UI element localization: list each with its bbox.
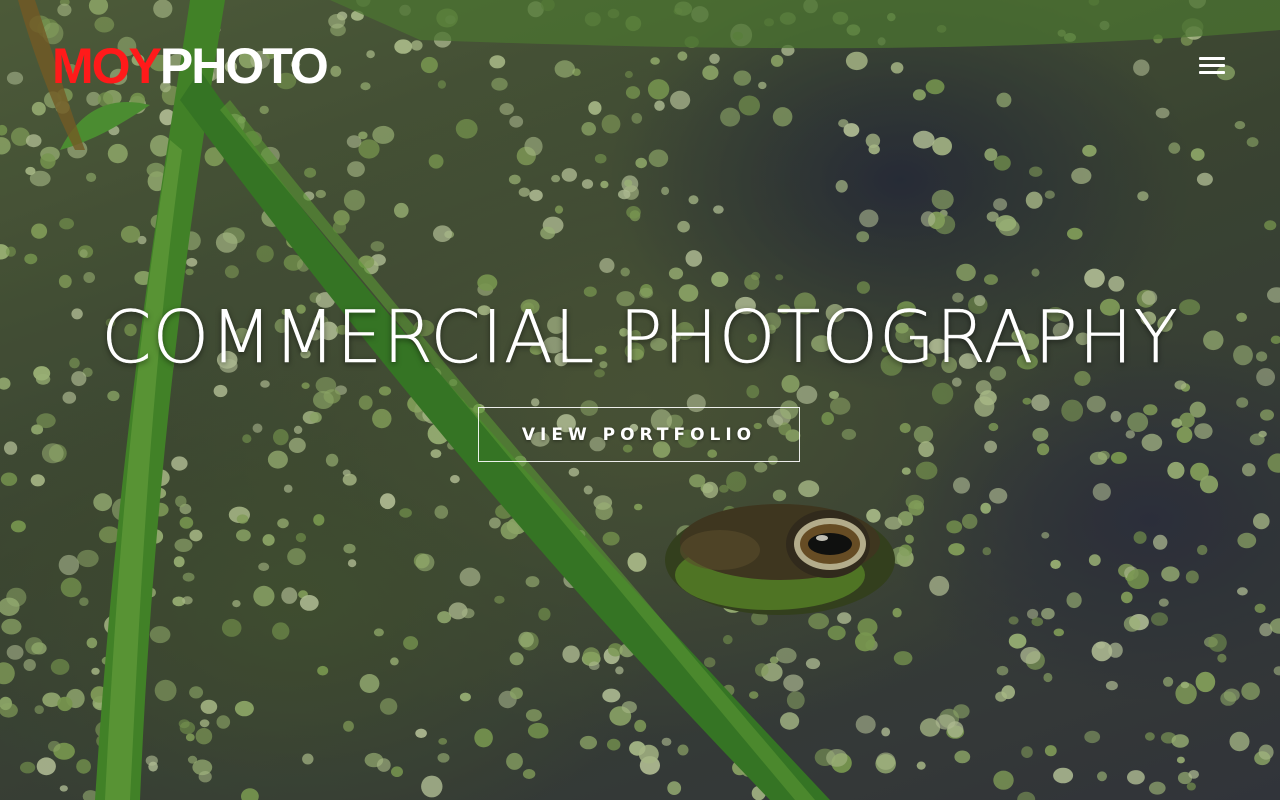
logo-photo-text: PHOTO bbox=[159, 38, 329, 94]
dark-overlay bbox=[0, 0, 1280, 800]
hero-title: COMMERCIAL PHOTOGRAPHY bbox=[101, 295, 1179, 379]
logo-moy-text: MOY bbox=[52, 38, 162, 94]
hamburger-menu-icon[interactable] bbox=[1194, 50, 1230, 82]
view-portfolio-button[interactable]: VIEW PORTFOLIO bbox=[478, 407, 800, 462]
hero-section: MOYPHOTO COMMERCIAL PHOTOGRAPHY VIEW POR… bbox=[0, 0, 1280, 800]
site-logo[interactable]: MOYPHOTO bbox=[52, 38, 329, 94]
